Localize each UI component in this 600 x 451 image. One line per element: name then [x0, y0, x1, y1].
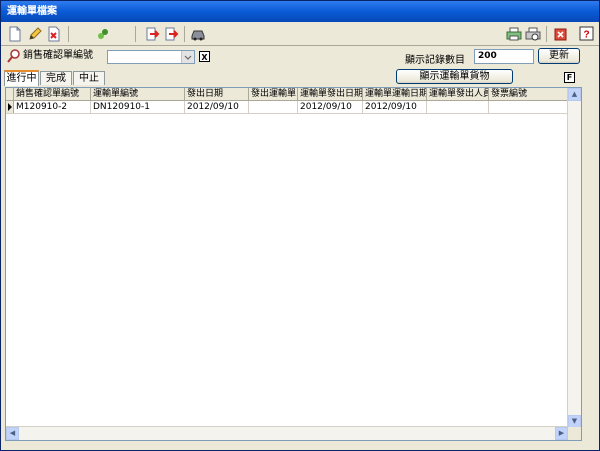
print-icon[interactable]: [506, 26, 522, 42]
delete-doc-icon[interactable]: [46, 26, 62, 42]
record-count-input[interactable]: 200: [474, 49, 534, 64]
column-header[interactable]: 發票編號: [489, 88, 569, 100]
svg-text:?: ?: [583, 30, 589, 41]
shipment-grid: 銷售確認單編號 運輸單編號 發出日期 發出運輸單 運輸單發出日期 運輸單運輸日期…: [5, 87, 582, 441]
toolbar-separator: [135, 26, 136, 42]
help-icon[interactable]: ?: [579, 26, 595, 42]
column-header[interactable]: 發出日期: [185, 88, 249, 100]
column-header[interactable]: 運輸單運輸日期: [363, 88, 427, 100]
toolbar: ?: [1, 23, 599, 46]
scroll-up-button[interactable]: ▲: [568, 88, 581, 101]
import-arrow-icon[interactable]: [163, 26, 179, 42]
table-cell[interactable]: [427, 101, 489, 113]
record-count-label: 顯示記錄數目: [405, 55, 465, 66]
title-bar: 運輸單檔案: [1, 1, 599, 22]
refresh-button[interactable]: 更新: [538, 48, 580, 64]
column-header[interactable]: 運輸單編號: [91, 88, 185, 100]
search-field-label: 銷售確認單編號: [23, 50, 93, 61]
table-cell[interactable]: [249, 101, 298, 113]
chevron-down-icon[interactable]: [181, 51, 194, 63]
table-row[interactable]: M120910-2 DN120910-1 2012/09/10 2012/09/…: [6, 101, 581, 114]
print-preview-icon[interactable]: [525, 26, 541, 42]
refresh-green-icon[interactable]: [95, 26, 111, 42]
grid-header: 銷售確認單編號 運輸單編號 發出日期 發出運輸單 運輸單發出日期 運輸單運輸日期…: [6, 88, 581, 101]
toolbar-separator: [184, 26, 185, 42]
table-cell[interactable]: DN120910-1: [91, 101, 185, 113]
car-icon[interactable]: [190, 26, 206, 42]
column-header[interactable]: 運輸單發出日期: [298, 88, 363, 100]
horizontal-scrollbar[interactable]: ◀ ▶: [6, 426, 568, 440]
new-doc-icon[interactable]: [7, 26, 23, 42]
table-cell[interactable]: [489, 101, 569, 113]
column-header[interactable]: 銷售確認單編號: [14, 88, 91, 100]
column-header[interactable]: 發出運輸單: [249, 88, 298, 100]
show-goods-button[interactable]: 顯示運輸單貨物: [396, 69, 513, 84]
tab-in-progress[interactable]: 進行中: [4, 70, 39, 86]
table-cell[interactable]: 2012/09/10: [363, 101, 427, 113]
search-combo[interactable]: [107, 50, 195, 64]
scroll-corner: [568, 427, 581, 440]
column-header[interactable]: 運輸單發出人員: [427, 88, 489, 100]
close-red-icon[interactable]: [553, 26, 569, 42]
filter-f-icon[interactable]: F: [564, 72, 575, 83]
vertical-scrollbar[interactable]: ▲ ▼: [567, 88, 581, 428]
search-magnifier-icon: [7, 49, 20, 63]
export-arrow-icon[interactable]: [144, 26, 160, 42]
tab-cancelled[interactable]: 中止: [73, 71, 105, 85]
header-corner: [6, 88, 14, 100]
scroll-right-button[interactable]: ▶: [555, 427, 568, 440]
current-row-indicator: [6, 101, 14, 113]
toolbar-separator: [68, 26, 69, 42]
clear-search-button[interactable]: X: [199, 51, 210, 62]
edit-pencil-icon[interactable]: [27, 26, 43, 42]
table-cell[interactable]: M120910-2: [14, 101, 91, 113]
tab-completed[interactable]: 完成: [40, 71, 72, 85]
main-window: 運輸單檔案 ? 銷售確認單編號 X 顯示記錄數目 200 更新 顯示運輸單貨物 …: [0, 0, 600, 451]
table-cell[interactable]: 2012/09/10: [185, 101, 249, 113]
scroll-left-button[interactable]: ◀: [6, 427, 19, 440]
table-cell[interactable]: 2012/09/10: [298, 101, 363, 113]
toolbar-separator: [546, 26, 547, 42]
